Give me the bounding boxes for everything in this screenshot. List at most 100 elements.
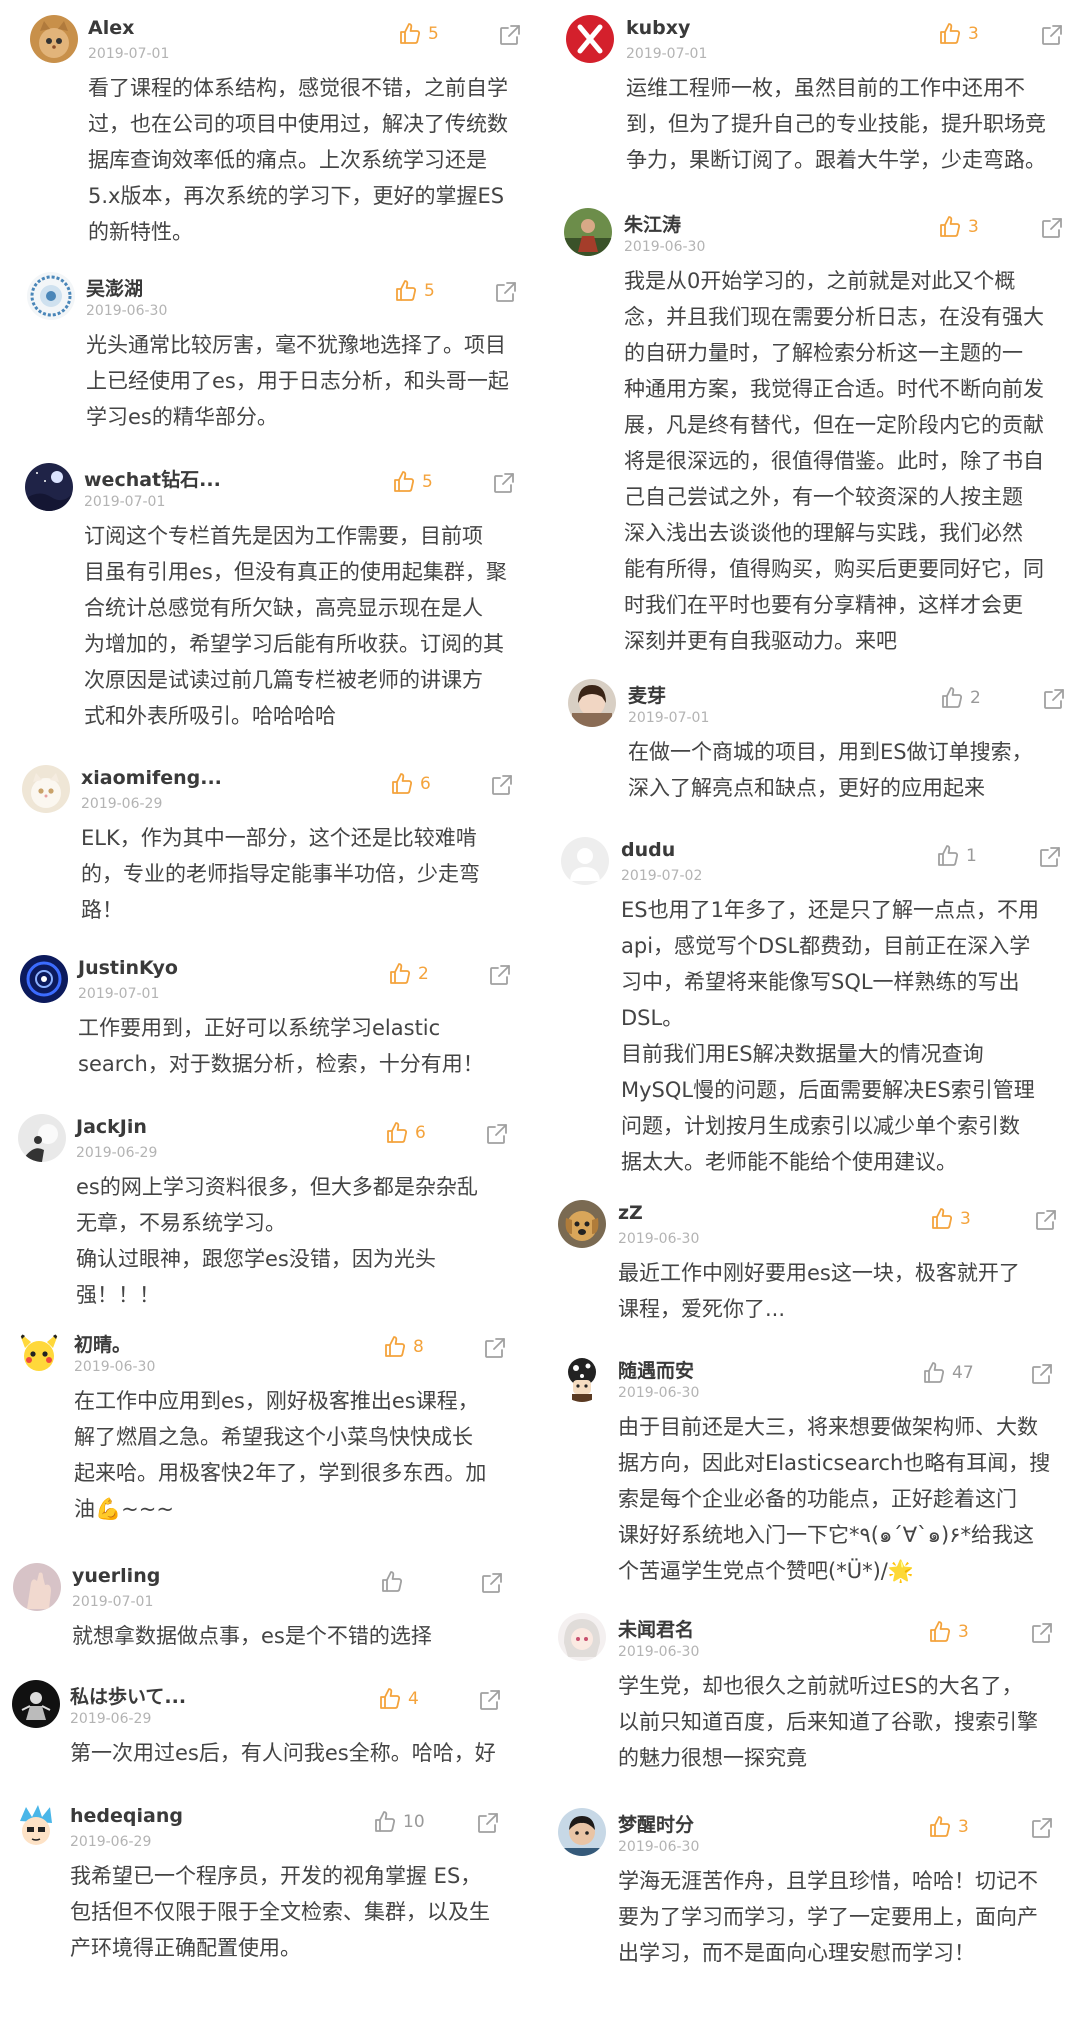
commenter-name[interactable]: hedeqiang — [70, 1805, 183, 1827]
comment-text: 运维工程师一枚，虽然目前的工作中还用不 到，但为了提升自己的专业技能，提升职场竞争… — [626, 70, 1046, 178]
thumbs-up-icon — [940, 686, 964, 710]
silhouette-avatar[interactable] — [18, 1114, 66, 1162]
share-icon[interactable] — [483, 1336, 507, 1360]
like-button[interactable]: 3 — [938, 214, 979, 240]
commenter-name[interactable]: 随遇而安 — [618, 1356, 694, 1383]
share-icon[interactable] — [1030, 1362, 1054, 1386]
like-button[interactable]: 5 — [398, 21, 439, 47]
comment-date: 2019-06-30 — [618, 1385, 700, 1401]
comment-line: 的魅力很想一探究竟 — [618, 1746, 807, 1770]
comment-text: 我希望已一个程序员，开发的视角掌握 ES， 包括但不仅限于限于全文检索、集群，以及… — [70, 1858, 490, 1966]
commenter-name[interactable]: 梦醒时分 — [618, 1810, 694, 1837]
cat-avatar[interactable] — [30, 15, 78, 63]
night-sky-avatar[interactable] — [25, 463, 73, 511]
comment-text: 学海无涯苦作舟，且学且珍惜，哈哈！切记不 要为了学习而学习，学了一定要用上，面向产… — [618, 1863, 1038, 1971]
like-button[interactable]: 4 — [378, 1686, 419, 1712]
thumbs-up-icon — [938, 215, 962, 239]
anime-avatar[interactable] — [558, 1613, 606, 1661]
like-count: 6 — [415, 1123, 426, 1143]
default-avatar[interactable] — [561, 837, 609, 885]
commenter-name[interactable]: 麦芽 — [628, 681, 666, 708]
comment-line: 运维工程师一枚，虽然目前的工作中还用不 — [626, 76, 1025, 100]
outdoor-avatar[interactable] — [564, 208, 612, 256]
comment-text: 由于目前还是大三，将来想要做架构师、大数 据方向，因此对Elasticsearch… — [618, 1409, 1050, 1589]
like-button[interactable]: 6 — [390, 771, 431, 797]
comment-line: 强！！！ — [76, 1283, 160, 1307]
share-icon[interactable] — [478, 1688, 502, 1712]
like-button[interactable]: 3 — [928, 1814, 969, 1840]
share-icon[interactable] — [476, 1811, 500, 1835]
comment-line: 据方向，因此对Elasticsearch也略有耳闻，搜 — [618, 1451, 1051, 1475]
dog-avatar[interactable] — [558, 1200, 606, 1248]
tunnel-avatar[interactable] — [20, 955, 68, 1003]
share-icon[interactable] — [494, 280, 518, 304]
comment-date: 2019-06-30 — [618, 1839, 700, 1855]
commenter-name[interactable]: xiaomifeng... — [81, 767, 222, 789]
red-x-avatar[interactable] — [566, 15, 614, 63]
share-icon[interactable] — [485, 1122, 509, 1146]
comment-date: 2019-07-01 — [628, 710, 710, 726]
comment-line: 无章，不易系统学习。 — [76, 1211, 286, 1235]
like-button[interactable]: 1 — [936, 843, 977, 869]
cartoon-avatar[interactable] — [12, 1803, 60, 1851]
thumbs-up-icon — [936, 844, 960, 868]
commenter-name[interactable]: 私は歩いて... — [70, 1682, 186, 1709]
share-icon[interactable] — [492, 471, 516, 495]
share-icon[interactable] — [498, 23, 522, 47]
comment-line: 以前只知道百度，后来知道了谷歌，搜索引擎 — [618, 1710, 1038, 1734]
like-count: 1 — [966, 846, 977, 866]
commenter-name[interactable]: kubxy — [626, 17, 690, 39]
comment-line: 在工作中应用到es，刚好极客推出es课程， — [74, 1389, 479, 1413]
comment-text: 我是从0开始学习的，之前就是对此又个概 念，并且我们现在需要分析日志，在没有强大的… — [624, 263, 1044, 659]
dark-avatar[interactable] — [12, 1680, 60, 1728]
thumbs-up-icon — [938, 22, 962, 46]
share-icon[interactable] — [1042, 687, 1066, 711]
share-icon[interactable] — [480, 1571, 504, 1595]
mushroom-avatar[interactable] — [558, 1354, 606, 1402]
comment-date: 2019-06-29 — [81, 796, 163, 812]
like-button[interactable]: 5 — [392, 469, 433, 495]
share-icon[interactable] — [1040, 23, 1064, 47]
commenter-name[interactable]: yuerling — [72, 1565, 160, 1587]
like-button[interactable]: 47 — [922, 1360, 974, 1386]
share-icon[interactable] — [1034, 1208, 1058, 1232]
kitten-avatar[interactable] — [22, 765, 70, 813]
like-count: 47 — [952, 1363, 974, 1383]
like-button[interactable] — [380, 1569, 410, 1595]
commenter-name[interactable]: zZ — [618, 1202, 643, 1224]
share-icon[interactable] — [490, 773, 514, 797]
comment-date: 2019-06-30 — [624, 239, 706, 255]
like-button[interactable]: 8 — [383, 1334, 424, 1360]
share-icon[interactable] — [1030, 1816, 1054, 1840]
commenter-name[interactable]: 吴澎湖 — [86, 274, 143, 301]
like-button[interactable]: 6 — [385, 1120, 426, 1146]
boy-avatar[interactable] — [558, 1808, 606, 1856]
hand-avatar[interactable] — [13, 1563, 61, 1611]
like-button[interactable]: 5 — [394, 278, 435, 304]
comment-text: 在做一个商城的项目，用到ES做订单搜索， 深入了解亮点和缺点，更好的应用起来 — [628, 734, 1033, 806]
share-icon[interactable] — [1038, 845, 1062, 869]
share-icon[interactable] — [1040, 216, 1064, 240]
like-button[interactable]: 3 — [928, 1619, 969, 1645]
share-icon[interactable] — [488, 963, 512, 987]
badge-avatar[interactable] — [27, 272, 75, 320]
commenter-name[interactable]: JackJin — [76, 1116, 147, 1138]
commenter-name[interactable]: 初晴。 — [74, 1330, 131, 1357]
commenter-name[interactable]: 未闻君名 — [618, 1615, 694, 1642]
commenter-name[interactable]: Alex — [88, 17, 134, 39]
comment-line: 据库查询效率低的痛点。上次系统学习还是 — [88, 148, 487, 172]
like-button[interactable]: 10 — [373, 1809, 425, 1835]
share-icon[interactable] — [1030, 1621, 1054, 1645]
comment-line: 我希望已一个程序员，开发的视角掌握 ES， — [70, 1864, 482, 1888]
commenter-name[interactable]: 朱江涛 — [624, 210, 681, 237]
commenter-name[interactable]: dudu — [621, 839, 675, 861]
pikachu-avatar[interactable] — [15, 1328, 63, 1376]
like-button[interactable]: 2 — [388, 961, 429, 987]
like-button[interactable]: 2 — [940, 685, 981, 711]
girl-avatar[interactable] — [568, 679, 616, 727]
commenter-name[interactable]: wechat钻石... — [84, 465, 221, 492]
like-button[interactable]: 3 — [930, 1206, 971, 1232]
comment-line: 过，也在公司的项目中使用过，解决了传统数 — [88, 112, 508, 136]
like-button[interactable]: 3 — [938, 21, 979, 47]
commenter-name[interactable]: JustinKyo — [78, 957, 178, 979]
